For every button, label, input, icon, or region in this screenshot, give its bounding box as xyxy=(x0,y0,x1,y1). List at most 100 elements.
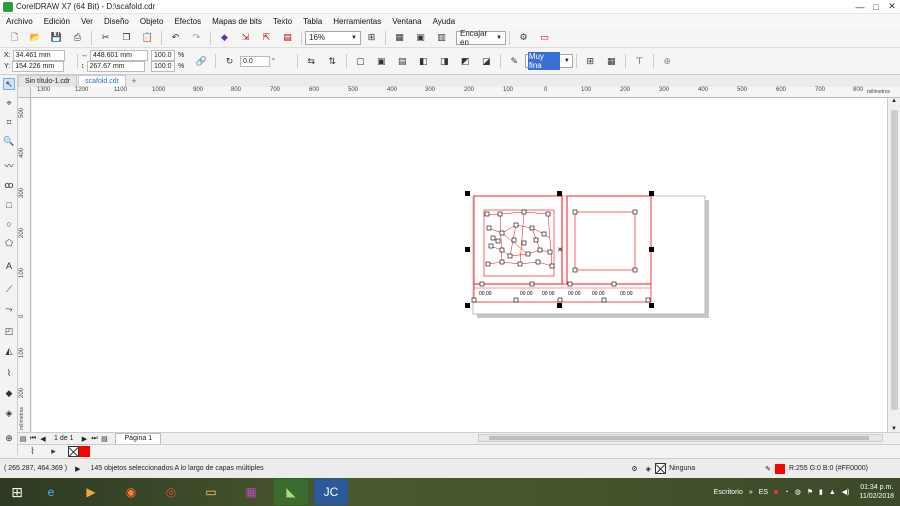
close-button[interactable]: ✕ xyxy=(884,0,900,14)
color-eyedropper-icon[interactable]: ⌇ xyxy=(26,445,39,458)
vertical-scrollbar[interactable]: ▲ ▼ xyxy=(887,98,900,432)
wrap-text-icon[interactable]: ▦ xyxy=(605,55,618,68)
smart-fill-tool-icon[interactable]: ◈ xyxy=(3,407,15,419)
add-page-icon[interactable]: ▤ xyxy=(99,435,109,443)
wifi-icon[interactable]: ▲ xyxy=(829,489,836,496)
menu-texto[interactable]: Texto xyxy=(273,17,292,26)
undo-icon[interactable]: ↶ xyxy=(169,31,182,44)
parallel-dimension-tool-icon[interactable]: ⟋ xyxy=(3,283,15,295)
artistic-media-tool-icon[interactable]: ꝏ xyxy=(3,179,15,191)
menu-objeto[interactable]: Objeto xyxy=(140,17,164,26)
menu-edicion[interactable]: Edición xyxy=(44,17,70,26)
group-icon[interactable]: ▢ xyxy=(354,55,367,68)
eyedropper-tool-icon[interactable]: ⌇ xyxy=(3,367,15,379)
zoom-tool-icon[interactable]: 🔍 xyxy=(3,135,15,147)
power-icon[interactable]: ▮ xyxy=(819,488,823,496)
to-front-icon[interactable]: ⊤ xyxy=(633,55,646,68)
options-icon[interactable]: ⚙ xyxy=(517,31,530,44)
mirror-vertical-icon[interactable]: ⇅ xyxy=(326,55,339,68)
ellipse-tool-icon[interactable]: ○ xyxy=(3,218,15,230)
winrar-icon[interactable]: ▦ xyxy=(234,479,268,505)
app-launcher-icon[interactable]: ▭ xyxy=(538,31,551,44)
menu-ver[interactable]: Ver xyxy=(81,17,93,26)
y-position-input[interactable]: 154.226 mm xyxy=(12,61,65,72)
transparency-tool-icon[interactable]: ◭ xyxy=(3,345,15,357)
paste-icon[interactable]: 📋 xyxy=(141,31,154,44)
menu-ayuda[interactable]: Ayuda xyxy=(433,17,456,26)
print-icon[interactable]: ⎙ xyxy=(71,31,84,44)
menu-archivo[interactable]: Archivo xyxy=(6,17,33,26)
volume-icon[interactable]: ◀) xyxy=(842,488,850,496)
ungroup-icon[interactable]: ▣ xyxy=(375,55,388,68)
windows-start-icon[interactable]: ⊞ xyxy=(6,481,28,503)
add-icon[interactable]: ⊕ xyxy=(661,55,674,68)
trim-icon[interactable]: ◪ xyxy=(480,55,493,68)
firefox-icon[interactable]: ◉ xyxy=(114,479,148,505)
tab-scafold[interactable]: scafold.cdr xyxy=(78,75,126,87)
page-options-icon[interactable]: ▤ xyxy=(18,435,28,443)
corel-capture-icon[interactable]: JC xyxy=(314,479,348,505)
menu-efectos[interactable]: Efectos xyxy=(174,17,201,26)
menu-mapas-de-bits[interactable]: Mapas de bits xyxy=(212,17,262,26)
language-indicator[interactable]: ES xyxy=(759,489,768,496)
internet-explorer-icon[interactable]: e xyxy=(34,479,68,505)
pick-tool-icon[interactable]: ↖ xyxy=(3,78,15,90)
menu-diseno[interactable]: Diseño xyxy=(104,17,129,26)
full-screen-icon[interactable]: ⊞ xyxy=(365,31,378,44)
add-tool-icon[interactable]: ⊕ xyxy=(3,432,15,444)
publish-pdf-icon[interactable]: ▤ xyxy=(281,31,294,44)
object-properties-icon[interactable]: ⚙ xyxy=(631,465,637,473)
file-explorer-icon[interactable]: ▭ xyxy=(194,479,228,505)
horizontal-scrollbar[interactable] xyxy=(478,434,883,442)
drop-shadow-tool-icon[interactable]: ◰ xyxy=(3,325,15,337)
horizontal-scroll-thumb[interactable] xyxy=(489,436,869,440)
next-page-icon[interactable]: ▶ xyxy=(79,435,89,443)
x-position-input[interactable]: 34.461 mm xyxy=(12,50,65,61)
text-tool-icon[interactable]: A xyxy=(3,260,15,272)
lock-ratio-icon[interactable]: 🔗 xyxy=(195,55,208,68)
scroll-up-icon[interactable]: ▲ xyxy=(891,98,897,104)
interactive-fill-tool-icon[interactable]: ◆ xyxy=(3,387,15,399)
no-color-swatch[interactable] xyxy=(68,446,79,457)
menu-herramientas[interactable]: Herramientas xyxy=(333,17,381,26)
red-color-swatch[interactable] xyxy=(79,446,90,457)
export-icon[interactable]: ⇱ xyxy=(260,31,273,44)
scale-height-input[interactable]: 100.0 xyxy=(151,61,175,72)
horizontal-ruler[interactable]: 1300 1200 1100 1000 900 800 700 600 500 … xyxy=(31,87,900,98)
palette-menu-icon[interactable]: ▸ xyxy=(47,445,60,458)
vertical-scroll-thumb[interactable] xyxy=(891,110,898,410)
import-icon[interactable]: ⇲ xyxy=(239,31,252,44)
last-page-icon[interactable]: ⏭ xyxy=(89,435,99,443)
page-tab[interactable]: Página 1 xyxy=(115,432,162,445)
tab-sin-titulo[interactable]: Sin título-1.cdr xyxy=(18,75,78,87)
mirror-horizontal-icon[interactable]: ⇆ xyxy=(305,55,318,68)
cut-icon[interactable]: ✂ xyxy=(99,31,112,44)
search-content-icon[interactable]: ◆ xyxy=(218,31,231,44)
rotation-input[interactable]: 0.0 xyxy=(240,55,270,67)
freehand-tool-icon[interactable]: 〰 xyxy=(3,159,15,171)
menu-tabla[interactable]: Tabla xyxy=(303,17,322,26)
add-tab-icon[interactable]: + xyxy=(127,75,141,87)
menu-ventana[interactable]: Ventana xyxy=(392,17,421,26)
polygon-tool-icon[interactable]: ⬠ xyxy=(3,237,15,249)
media-player-icon[interactable]: ▶ xyxy=(74,479,108,505)
new-document-icon[interactable]: 🗋 xyxy=(8,31,21,44)
flag-icon[interactable]: ⚑ xyxy=(807,488,813,496)
drawing-canvas[interactable]: 00 00 00 00 00 00 00 00 00 00 00 00 ✕ xyxy=(32,98,887,432)
previous-page-icon[interactable]: ◀ xyxy=(38,435,48,443)
zoom-level-select[interactable]: 16% ▼ xyxy=(305,30,361,45)
shape-tool-icon[interactable]: ⌖ xyxy=(3,97,15,109)
desktop-label[interactable]: Escritorio xyxy=(714,489,743,496)
snap-to-dropdown[interactable]: Encajar en ▼ xyxy=(456,29,506,47)
break-apart-icon[interactable]: ◨ xyxy=(438,55,451,68)
redo-icon[interactable]: ↷ xyxy=(190,31,203,44)
tray-expand-icon[interactable]: » xyxy=(749,489,753,496)
chrome-icon[interactable]: ◎ xyxy=(154,479,188,505)
connector-tool-icon[interactable]: ⤳ xyxy=(3,303,15,315)
status-play-icon[interactable]: ▶ xyxy=(75,465,80,473)
show-grid-icon[interactable]: ▣ xyxy=(414,31,427,44)
first-page-icon[interactable]: ⏮ xyxy=(28,435,38,443)
width-input[interactable]: 448.601 mm xyxy=(90,50,148,61)
clock[interactable]: 01:34 p.m. 11/02/2018 xyxy=(859,483,894,501)
combine-icon[interactable]: ◧ xyxy=(417,55,430,68)
